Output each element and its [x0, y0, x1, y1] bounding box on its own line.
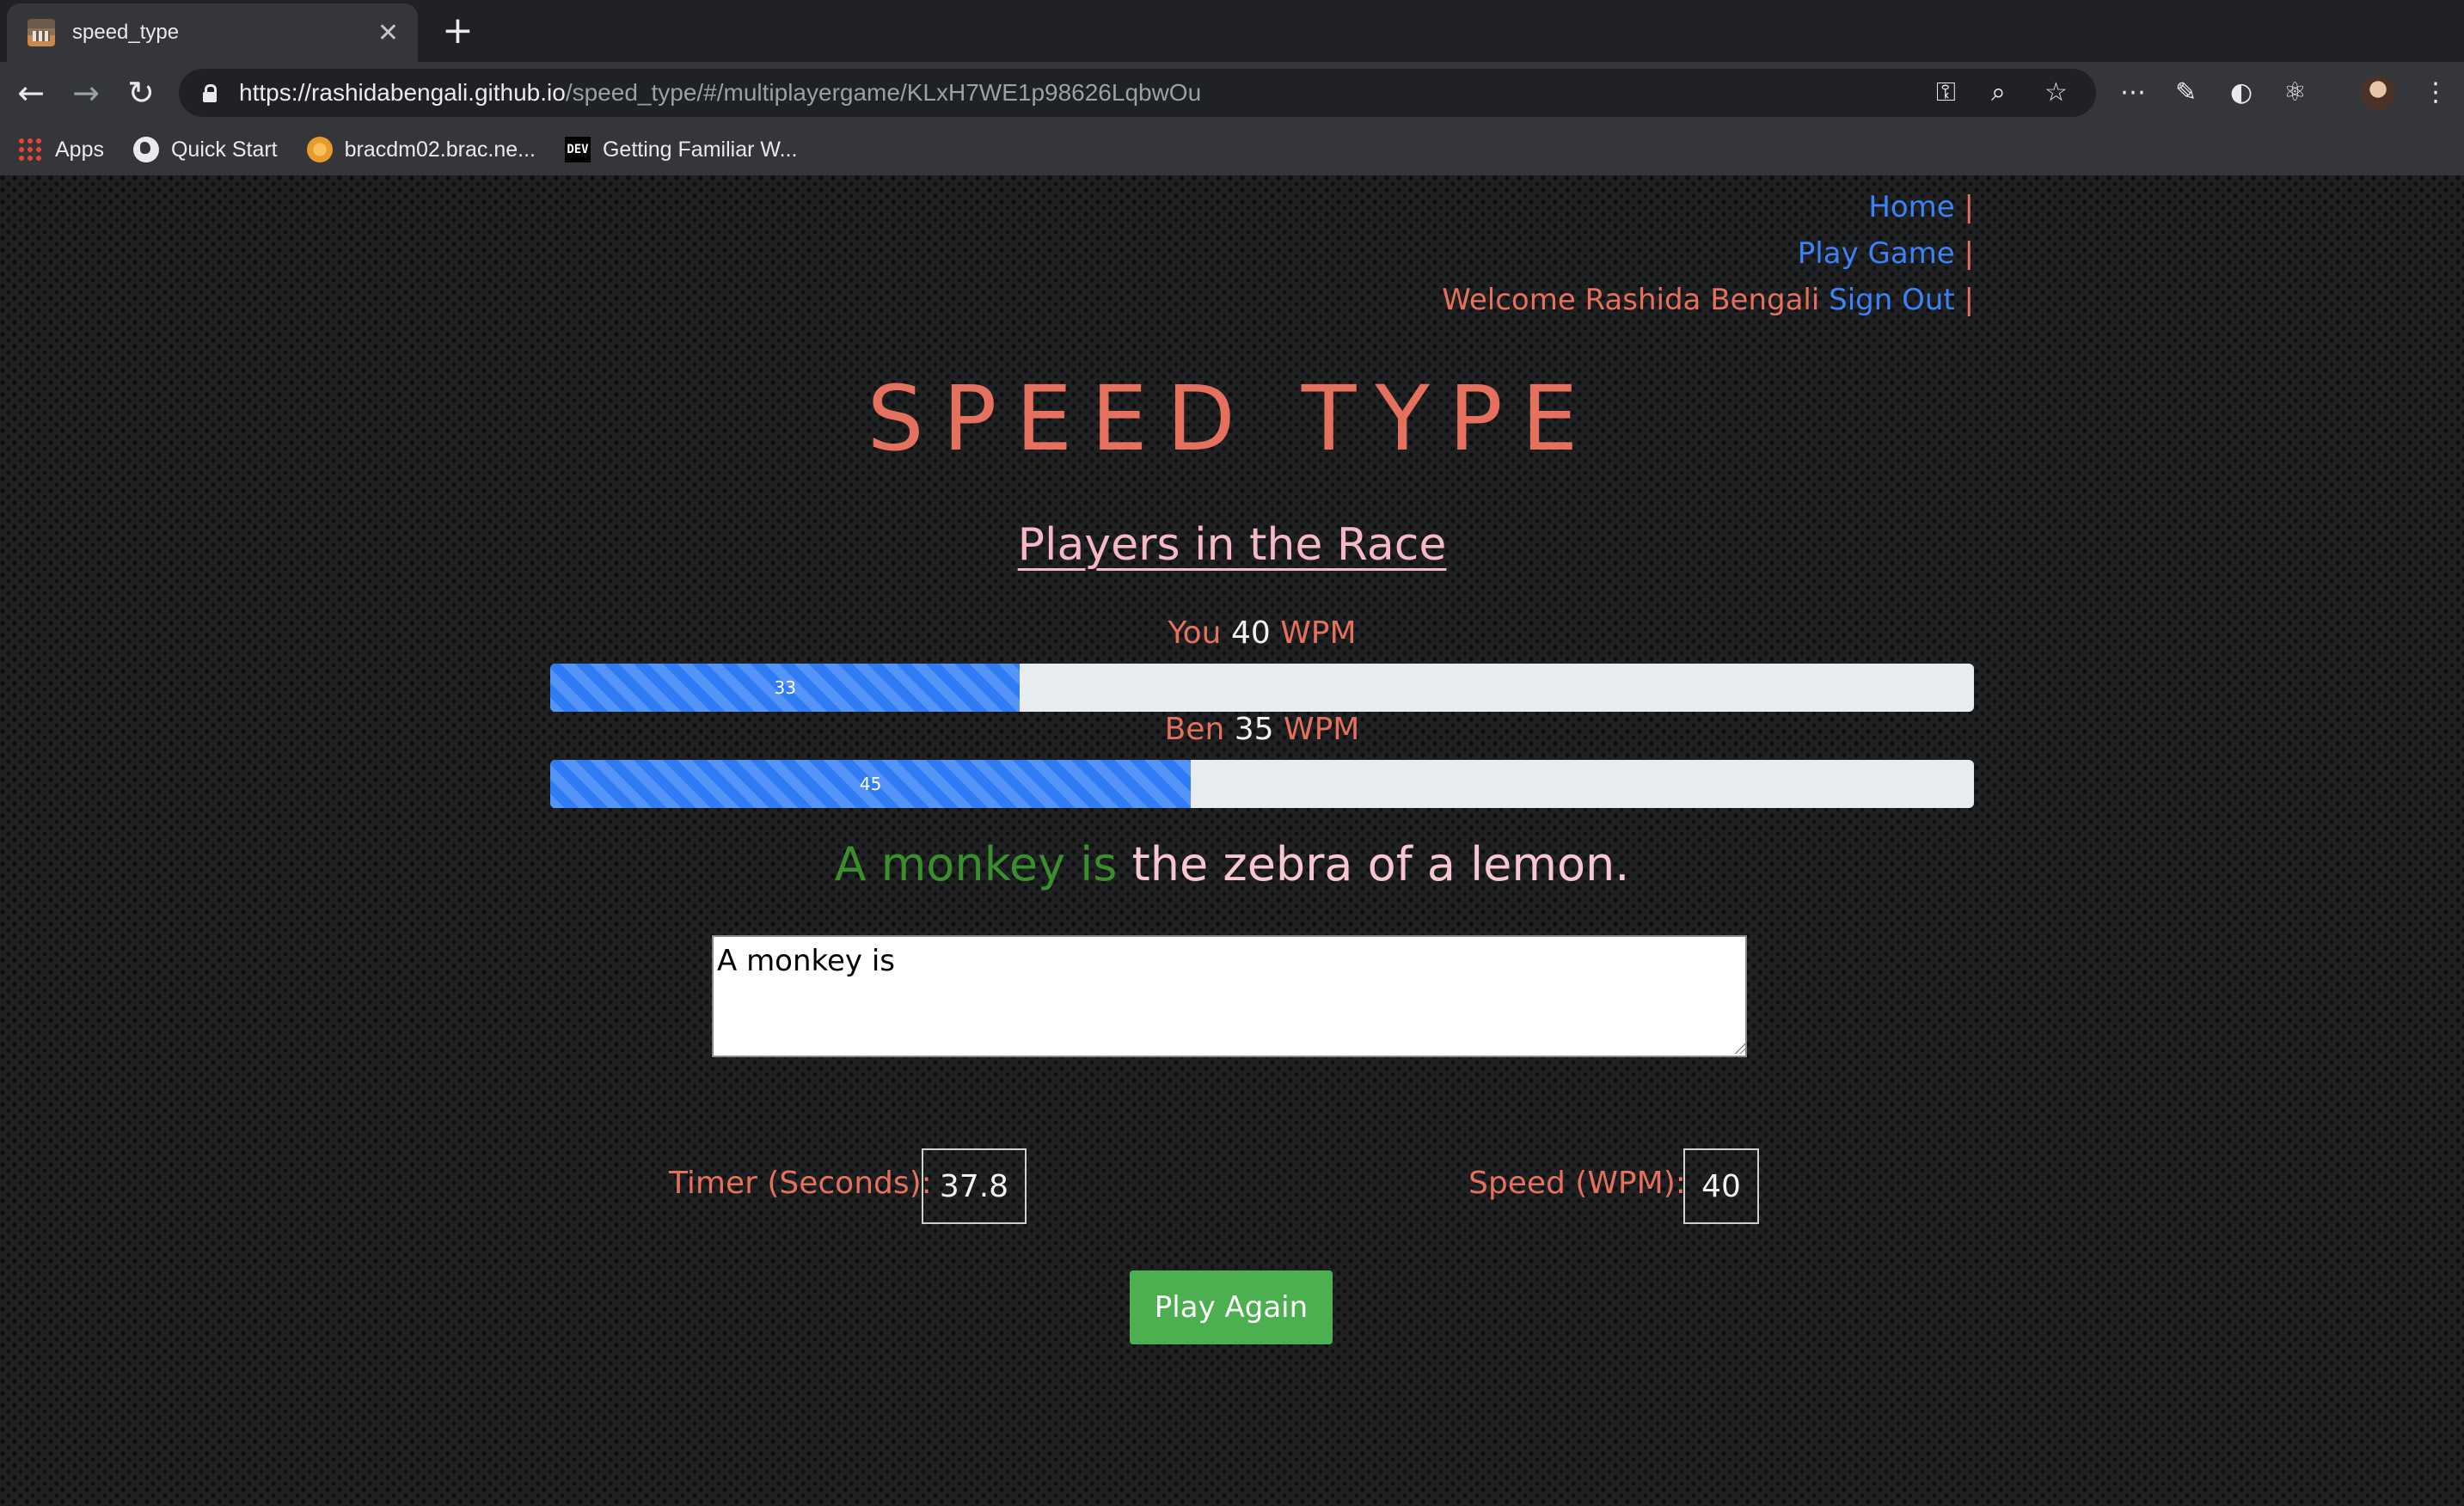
react-devtools-icon[interactable]: ⚛ — [2283, 62, 2307, 124]
player-label-you: You 40 WPM — [550, 615, 1974, 651]
dev-icon: DEV — [564, 137, 591, 162]
zoom-icon[interactable]: ⌕ — [1991, 69, 2006, 117]
url-text[interactable]: https://rashidabengali.github.io/speed_t… — [239, 79, 1201, 107]
bookmark-dev[interactable]: DEV Getting Familiar W... — [564, 137, 798, 162]
sign-out-link[interactable]: Sign Out — [1829, 283, 1955, 317]
extension-icon[interactable]: ⋯ — [2120, 62, 2146, 124]
lock-icon[interactable] — [203, 84, 217, 102]
browser-tabstrip: speed_type ✕ + — [0, 0, 2464, 62]
forward-icon[interactable]: → — [58, 62, 113, 124]
progress-bar-you: 33 — [550, 664, 1974, 712]
apps-grid-icon — [17, 137, 43, 162]
speed-value: 40 — [1683, 1148, 1759, 1224]
url-path: /speed_type/#/multiplayergame/KLxH7WE1p9… — [565, 79, 1202, 106]
progress-label: 45 — [859, 774, 882, 794]
progress-fill: 33 — [550, 664, 1021, 712]
site-favicon-icon — [28, 19, 55, 46]
top-nav: Home | Play Game | Welcome Rashida Benga… — [1442, 184, 1974, 323]
progress-bar-ben: 45 — [550, 760, 1974, 808]
player-wpm-unit: WPM — [1280, 615, 1357, 651]
star-icon[interactable]: ☆ — [2044, 69, 2068, 117]
bookmark-label: Getting Familiar W... — [602, 137, 798, 162]
menu-dots-icon[interactable]: ⋮ — [2423, 62, 2449, 124]
back-icon[interactable]: ← — [3, 62, 58, 124]
new-tab-icon[interactable]: + — [442, 10, 474, 52]
progress-label: 33 — [774, 677, 796, 698]
browser-toolbar: ← → ↻ https://rashidabengali.github.io/s… — [0, 62, 2464, 124]
pen-extension-icon[interactable]: ✎ — [2175, 62, 2197, 124]
progress-fill: 45 — [550, 760, 1192, 808]
resize-grip-icon[interactable] — [1733, 1042, 1745, 1054]
page-content: Home | Play Game | Welcome Rashida Benga… — [0, 175, 2464, 1506]
player-label-ben: Ben 35 WPM — [550, 712, 1974, 747]
timer-label: Timer (Seconds): — [669, 1166, 932, 1201]
player-name: Ben — [1164, 712, 1225, 747]
bookmark-apps[interactable]: Apps — [17, 137, 104, 162]
welcome-text: Welcome Rashida Bengali — [1442, 283, 1820, 317]
timer-value: 37.8 — [922, 1148, 1027, 1224]
reload-icon[interactable]: ↻ — [113, 62, 169, 124]
typing-input[interactable]: A monkey is — [712, 935, 1747, 1057]
nav-separator: | — [1964, 190, 1974, 224]
key-icon[interactable]: ⚿ — [1936, 69, 1956, 117]
player-wpm: 35 — [1234, 712, 1274, 747]
players-heading: Players in the Race — [1017, 519, 1447, 571]
browser-tab[interactable]: speed_type ✕ — [7, 3, 418, 62]
address-bar[interactable]: https://rashidabengali.github.io/speed_t… — [179, 69, 2096, 117]
close-tab-icon[interactable]: ✕ — [377, 18, 399, 48]
bookmark-label: Apps — [55, 137, 104, 162]
brac-icon — [306, 137, 333, 162]
play-again-button[interactable]: Play Again — [1130, 1270, 1333, 1344]
bookmark-label: bracdm02.brac.ne... — [344, 137, 536, 162]
quote-typed: A monkey is — [834, 837, 1118, 891]
bookmark-label: Quick Start — [170, 137, 278, 162]
bookmark-quick-start[interactable]: Quick Start — [132, 137, 278, 162]
nav-separator: | — [1964, 236, 1974, 271]
bookmark-brac[interactable]: bracdm02.brac.ne... — [306, 137, 536, 162]
quote-remaining: the zebra of a lemon. — [1131, 837, 1630, 891]
player-wpm-unit: WPM — [1284, 712, 1360, 747]
url-host: https://rashidabengali.github.io — [239, 79, 566, 106]
speed-label: Speed (WPM): — [1468, 1166, 1686, 1201]
player-wpm: 40 — [1230, 615, 1271, 651]
play-game-link[interactable]: Play Game — [1798, 236, 1955, 271]
tab-title: speed_type — [72, 21, 180, 44]
player-name: You — [1168, 615, 1222, 651]
profile-avatar[interactable] — [2361, 76, 2395, 110]
nav-separator: | — [1964, 283, 1974, 317]
globe-icon — [132, 137, 159, 162]
circle-extension-icon[interactable]: ◐ — [2230, 62, 2253, 124]
quote-text: A monkey is the zebra of a lemon. — [0, 837, 2464, 891]
bookmarks-bar: Apps Quick Start bracdm02.brac.ne... DEV… — [0, 124, 2464, 175]
page-title: SPEED TYPE — [867, 366, 1597, 471]
home-link[interactable]: Home — [1868, 190, 1954, 224]
